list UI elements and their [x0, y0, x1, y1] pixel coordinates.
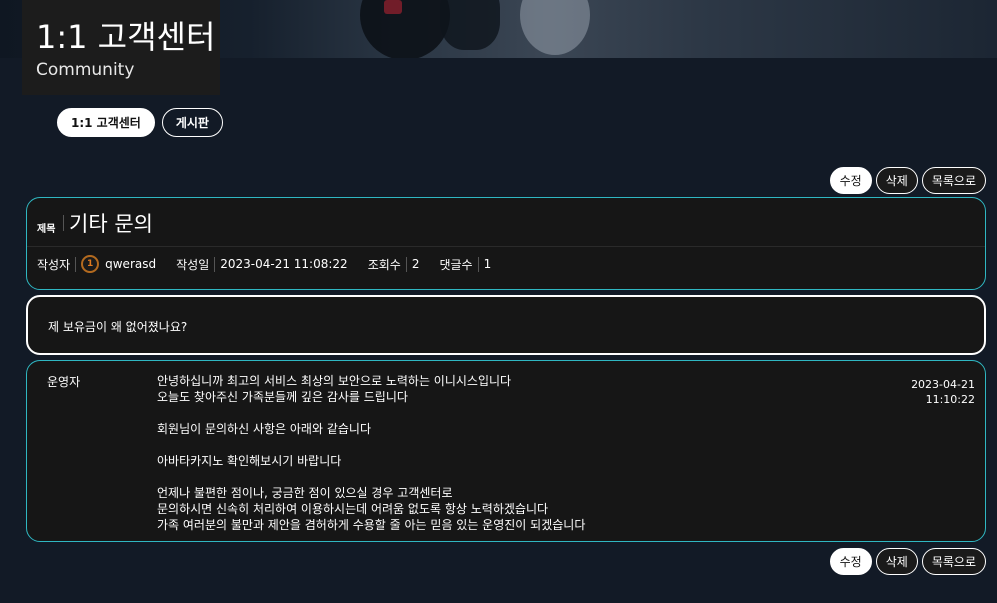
author-label: 작성자 — [37, 257, 71, 272]
post-body-card: 제 보유금이 왜 없어졌나요? — [26, 295, 986, 355]
bottom-action-bar: 수정 삭제 목록으로 — [829, 548, 986, 575]
answer-line: 회원님이 문의하신 사항은 아래와 같습니다 — [157, 422, 371, 436]
tab-bar: 1:1 고객센터 게시판 — [57, 108, 223, 137]
tab-customer-center[interactable]: 1:1 고객센터 — [57, 108, 155, 137]
delete-button[interactable]: 삭제 — [875, 548, 918, 575]
title-row: 제목 기타 문의 — [27, 198, 985, 247]
answer-line: 가족 여러분의 불만과 제안을 겸허하게 수용할 줄 아는 믿음 있는 운영진이… — [157, 518, 586, 532]
views-count: 2 — [411, 257, 420, 271]
hero-shape — [360, 0, 450, 58]
post-date: 2023-04-21 11:08:22 — [220, 257, 348, 271]
post-meta: 작성자 1 qwerasd 작성일 2023-04-21 11:08:22 조회… — [37, 255, 491, 273]
divider — [214, 256, 216, 272]
page-header: 1:1 고객센터 Community — [22, 0, 220, 95]
date-label: 작성일 — [176, 257, 210, 272]
answer-line: 아바타카지노 확인해보시기 바랍니다 — [157, 454, 342, 468]
divider — [477, 256, 479, 272]
level-badge-icon: 1 — [81, 255, 100, 273]
post-title: 기타 문의 — [69, 212, 153, 236]
title-label: 제목 — [37, 224, 56, 235]
answer-line — [157, 437, 585, 453]
hero-shape — [520, 0, 590, 55]
answer-card: 운영자 안녕하십니까 최고의 서비스 최상의 보안으로 노력하는 이니시스입니다… — [26, 360, 986, 542]
author-name[interactable]: qwerasd — [105, 257, 156, 271]
answer-line — [157, 405, 585, 421]
divider — [405, 256, 407, 272]
post-header-card: 제목 기타 문의 작성자 1 qwerasd 작성일 2023-04-21 11… — [26, 197, 986, 290]
answer-line: 오늘도 찾아주신 가족분들께 깊은 감사를 드립니다 — [157, 390, 408, 404]
divider — [75, 256, 77, 272]
answer-line: 언제나 불편한 점이나, 궁금한 점이 있으실 경우 고객센터로 — [157, 486, 453, 500]
answer-line — [157, 469, 585, 485]
delete-button[interactable]: 삭제 — [875, 167, 918, 194]
answer-timestamp: 2023-04-21 11:10:22 — [911, 377, 975, 407]
comments-label: 댓글수 — [439, 257, 473, 272]
top-action-bar: 수정 삭제 목록으로 — [829, 167, 986, 194]
post-body: 제 보유금이 왜 없어졌나요? — [48, 320, 188, 334]
answer-body: 안녕하십니까 최고의 서비스 최상의 보안으로 노력하는 이니시스입니다 오늘도… — [157, 373, 585, 533]
page-title: 1:1 고객센터 — [36, 18, 216, 56]
hero-shape — [440, 0, 500, 50]
list-button[interactable]: 목록으로 — [921, 548, 986, 575]
list-button[interactable]: 목록으로 — [921, 167, 986, 194]
edit-button[interactable]: 수정 — [829, 167, 872, 194]
answer-date: 2023-04-21 — [911, 378, 975, 391]
answer-time: 11:10:22 — [925, 393, 975, 406]
tab-board[interactable]: 게시판 — [161, 108, 223, 137]
views-label: 조회수 — [367, 257, 401, 272]
divider — [63, 215, 64, 231]
page-subtitle: Community — [36, 60, 135, 80]
edit-button[interactable]: 수정 — [829, 548, 872, 575]
hero-shape — [384, 0, 402, 14]
answer-author: 운영자 — [47, 375, 81, 389]
answer-line: 문의하시면 신속히 처리하여 이용하시는데 어려움 없도록 항상 노력하겠습니다 — [157, 502, 549, 516]
answer-line: 안녕하십니까 최고의 서비스 최상의 보안으로 노력하는 이니시스입니다 — [157, 374, 512, 388]
comments-count: 1 — [483, 257, 492, 271]
